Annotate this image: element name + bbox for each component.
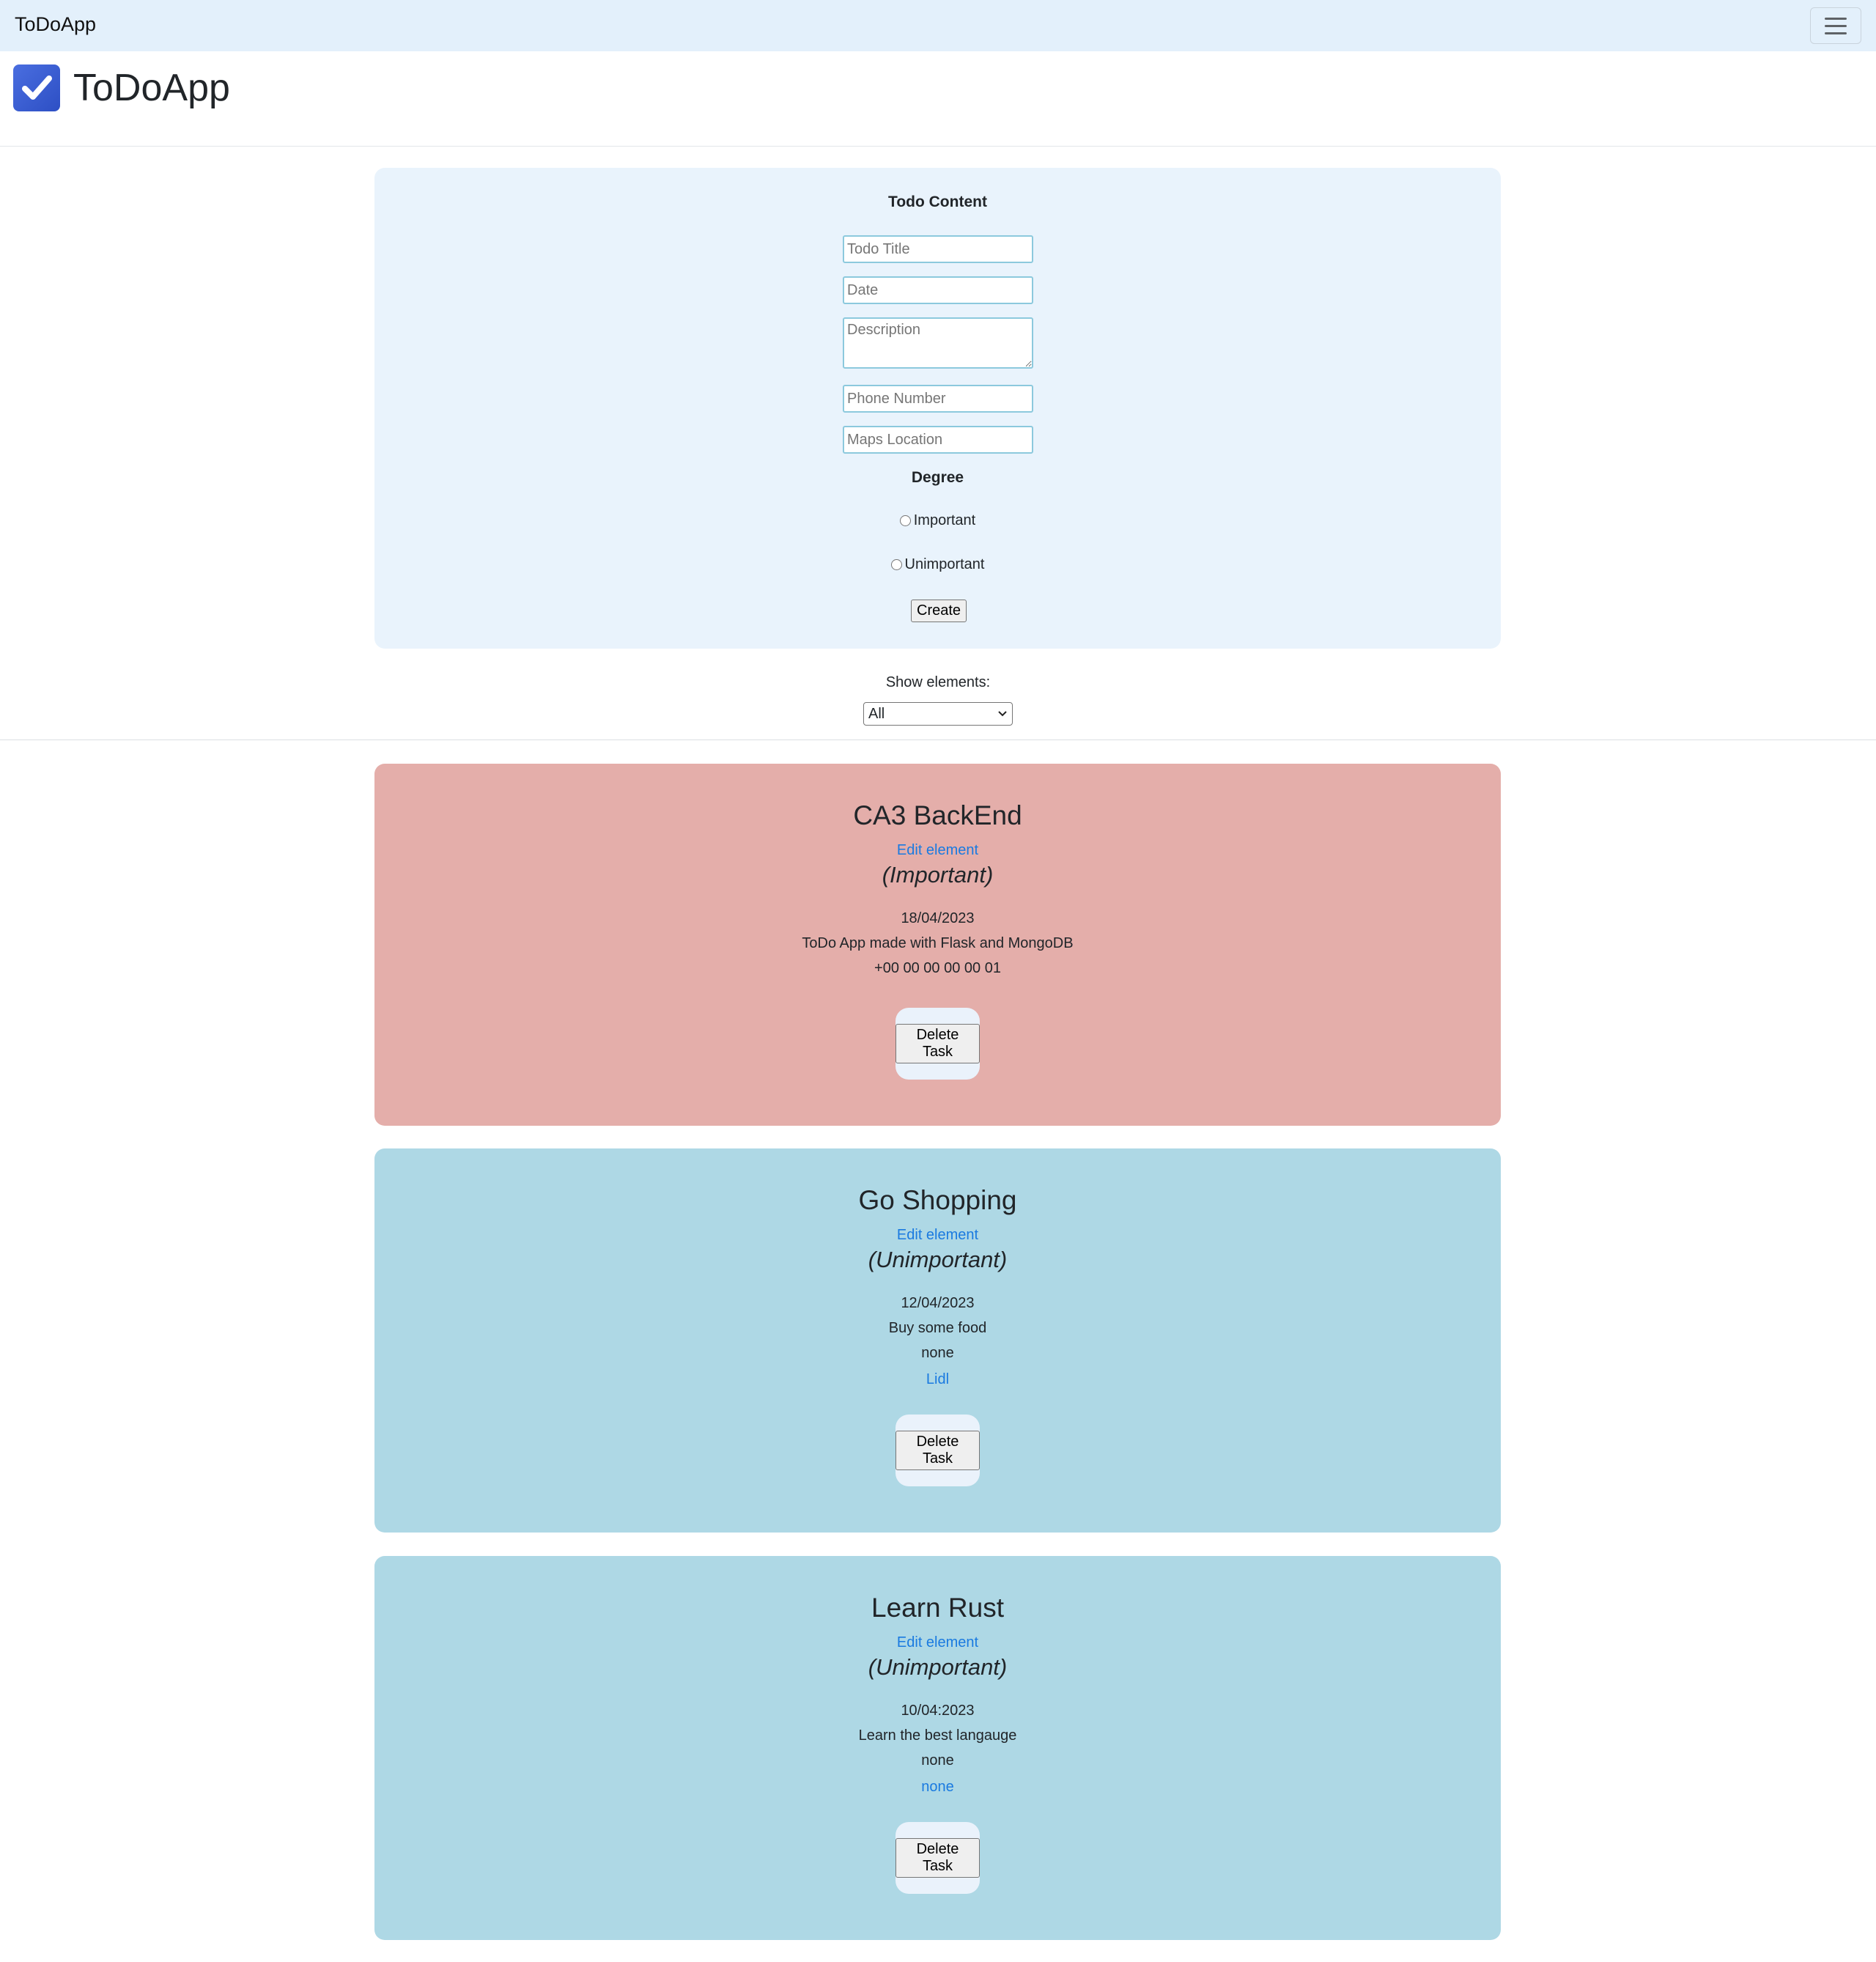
delete-task-button[interactable]: Delete Task xyxy=(895,1431,980,1470)
task-card: Go Shopping Edit element (Unimportant) 1… xyxy=(374,1148,1501,1533)
task-description: ToDo App made with Flask and MongoDB xyxy=(802,935,1074,951)
degree-label: Degree xyxy=(911,469,964,486)
task-description: Buy some food xyxy=(888,1320,987,1336)
delete-task-button[interactable]: Delete Task xyxy=(895,1024,980,1063)
description-input[interactable] xyxy=(843,317,1033,369)
task-location-link[interactable]: Lidl xyxy=(374,1371,1501,1388)
todo-form: Todo Content Degree Important Unimportan… xyxy=(374,168,1501,649)
task-card: CA3 BackEnd Edit element (Important) 18/… xyxy=(374,764,1501,1126)
task-title: Learn Rust xyxy=(871,1593,1004,1623)
checkbox-logo-icon xyxy=(13,64,60,111)
task-title: Go Shopping xyxy=(858,1185,1017,1215)
radio-important-row[interactable]: Important xyxy=(374,512,1501,529)
radio-important[interactable] xyxy=(899,515,911,526)
radio-unimportant-label: Unimportant xyxy=(904,556,985,572)
radio-unimportant-row[interactable]: Unimportant xyxy=(374,556,1501,573)
filter-selected-value: All xyxy=(868,705,885,722)
task-card: Learn Rust Edit element (Unimportant) 10… xyxy=(374,1556,1501,1940)
task-degree: (Important) xyxy=(882,862,994,888)
chevron-down-icon xyxy=(998,711,1007,717)
task-location-link[interactable]: none xyxy=(374,1779,1501,1796)
task-phone: none xyxy=(921,1345,954,1361)
phone-number-input[interactable] xyxy=(843,385,1033,413)
radio-unimportant[interactable] xyxy=(890,559,902,570)
page-header: ToDoApp xyxy=(0,51,1876,147)
task-description: Learn the best langauge xyxy=(858,1727,1017,1744)
hamburger-icon xyxy=(1825,17,1847,20)
edit-element-link[interactable]: Edit element xyxy=(374,1227,1501,1244)
task-date: 10/04:2023 xyxy=(901,1703,975,1719)
page-title: ToDoApp xyxy=(73,67,230,109)
todo-title-input[interactable] xyxy=(843,235,1033,263)
task-date: 12/04/2023 xyxy=(901,1295,975,1311)
task-degree: (Unimportant) xyxy=(868,1654,1008,1680)
maps-location-input[interactable] xyxy=(843,426,1033,454)
top-navbar: ToDoApp xyxy=(0,0,1876,51)
delete-task-button[interactable]: Delete Task xyxy=(895,1838,980,1878)
edit-element-link[interactable]: Edit element xyxy=(374,842,1501,859)
task-degree: (Unimportant) xyxy=(868,1247,1008,1272)
filter-select[interactable]: All xyxy=(863,702,1013,726)
date-input[interactable] xyxy=(843,276,1033,304)
delete-form: Delete Task xyxy=(895,1415,980,1486)
task-phone: +00 00 00 00 00 01 xyxy=(874,960,1001,976)
task-date: 18/04/2023 xyxy=(901,910,975,926)
form-title: Todo Content xyxy=(888,193,987,210)
delete-form: Delete Task xyxy=(895,1822,980,1894)
delete-form: Delete Task xyxy=(895,1008,980,1080)
create-button[interactable]: Create xyxy=(911,600,967,622)
radio-important-label: Important xyxy=(913,512,976,528)
menu-toggle-button[interactable] xyxy=(1810,7,1861,44)
edit-element-link[interactable]: Edit element xyxy=(374,1634,1501,1651)
filter-label: Show elements: xyxy=(885,674,991,690)
navbar-brand[interactable]: ToDoApp xyxy=(15,13,96,36)
task-title: CA3 BackEnd xyxy=(853,800,1022,830)
task-phone: none xyxy=(921,1752,954,1769)
